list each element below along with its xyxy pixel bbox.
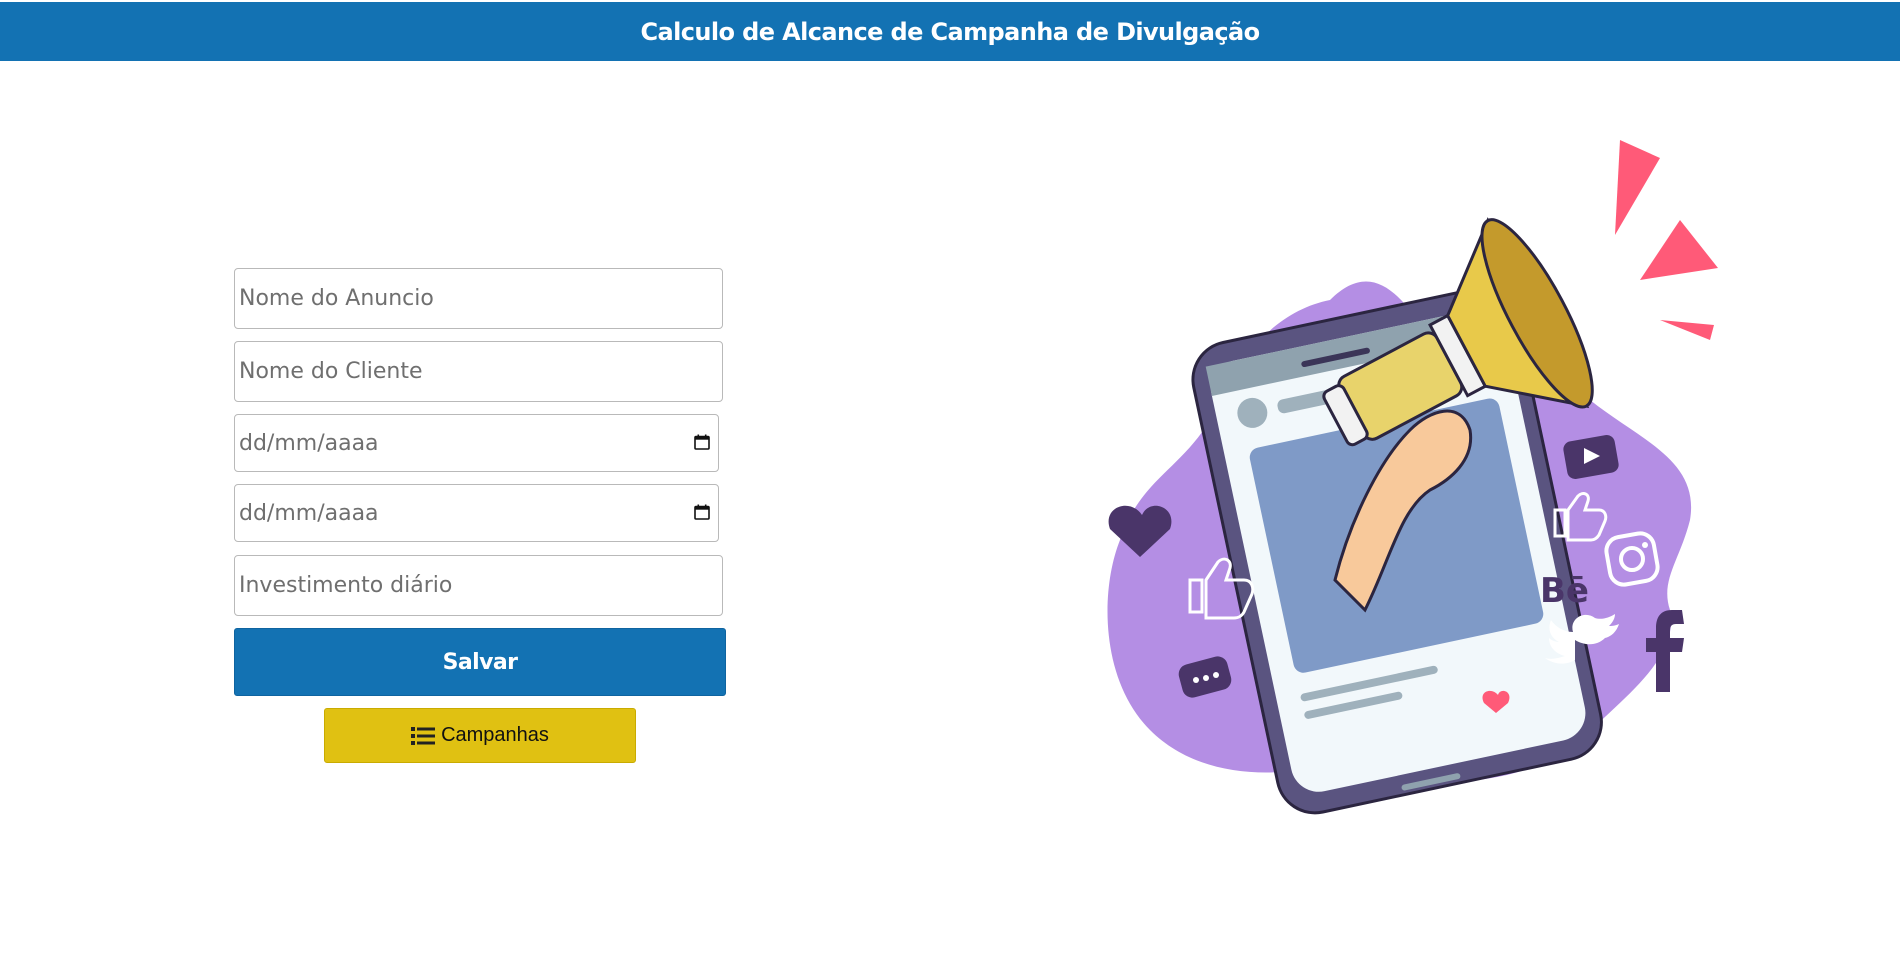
- end-date-input[interactable]: dd/mm/aaaa: [234, 484, 719, 542]
- campaigns-button[interactable]: Campanhas: [324, 708, 636, 763]
- save-button-label: Salvar: [442, 649, 518, 675]
- start-date-input[interactable]: dd/mm/aaaa: [234, 414, 719, 472]
- save-button[interactable]: Salvar: [234, 628, 726, 696]
- sound-ray: [1615, 140, 1660, 235]
- calendar-icon[interactable]: [694, 504, 710, 520]
- client-name-input[interactable]: Nome do Cliente: [234, 341, 723, 402]
- daily-investment-placeholder: Investimento diário: [239, 573, 453, 598]
- page-title: Calculo de Alcance de Campanha de Divulg…: [640, 17, 1261, 46]
- megaphone-phone-illustration: Bē: [1107, 140, 1718, 815]
- sound-ray: [1660, 320, 1714, 340]
- start-date-placeholder: dd/mm/aaaa: [239, 430, 379, 456]
- end-date-placeholder: dd/mm/aaaa: [239, 500, 379, 526]
- ad-name-placeholder: Nome do Anuncio: [239, 286, 434, 311]
- behance-icon: Bē: [1540, 571, 1589, 611]
- campaigns-button-label: Campanhas: [441, 724, 549, 746]
- client-name-placeholder: Nome do Cliente: [239, 359, 423, 384]
- list-icon: [411, 726, 436, 745]
- sound-ray: [1640, 220, 1718, 280]
- ad-name-input[interactable]: Nome do Anuncio: [234, 268, 723, 329]
- daily-investment-input[interactable]: Investimento diário: [234, 555, 723, 616]
- calendar-icon[interactable]: [694, 434, 710, 450]
- app-header: Calculo de Alcance de Campanha de Divulg…: [0, 2, 1900, 61]
